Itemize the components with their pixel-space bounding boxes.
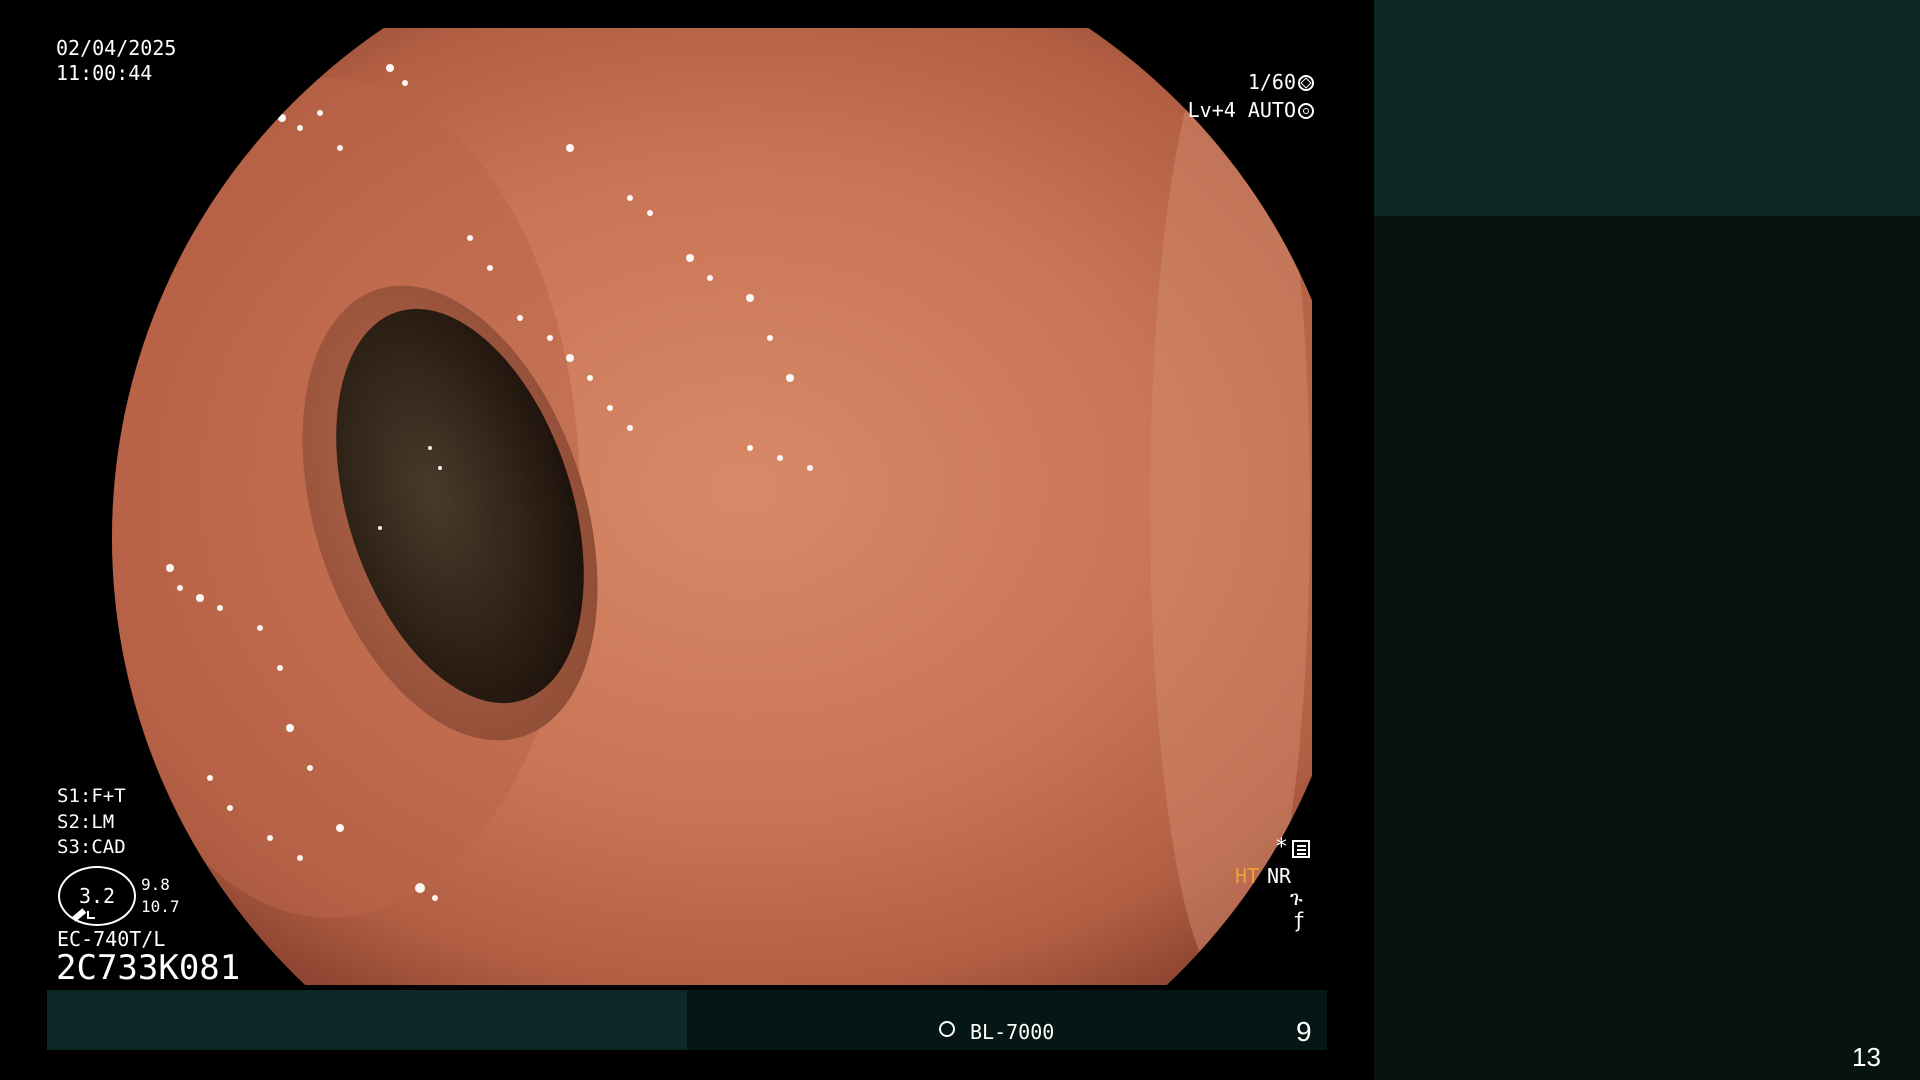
endoscopy-screen: 02/04/2025 11:00:44 1/60 Lv+4 AUTO S1:F+… [0, 0, 1920, 1080]
date-readout: 02/04/2025 [56, 36, 177, 60]
zoom-value: 3.2 [78, 884, 116, 908]
zoom-sub-value-b: 10.7 [141, 897, 180, 916]
corner-icon [87, 911, 95, 919]
auto-label: AUTO [1247, 98, 1296, 122]
lamp-icon [939, 1021, 955, 1037]
page-number: 13 [1852, 1042, 1881, 1072]
shutter-value: 1/60 [1247, 70, 1296, 94]
star-indicator: * [1274, 835, 1288, 860]
side-panel-top [1374, 0, 1920, 216]
pen-icon [71, 908, 87, 922]
endoscope-image [50, 28, 1312, 985]
nr-indicator: NR [1267, 864, 1292, 888]
status-number: 9 [1296, 1016, 1312, 1047]
side-panel-bottom [1374, 216, 1920, 1080]
switch-2-setting: S2:LM [57, 811, 115, 833]
menu-icon [1292, 840, 1310, 858]
scope-serial: 2C733K081 [56, 948, 241, 988]
time-readout: 11:00:44 [56, 61, 153, 85]
brightness-level: Lv+4 AUTO [1188, 100, 1314, 120]
switch-1-setting: S1:F+T [57, 785, 126, 807]
level-value: Lv+4 [1187, 98, 1236, 122]
shutter-icon [1298, 75, 1314, 91]
shutter-speed: 1/60 [1248, 72, 1314, 92]
switch-3-setting: S3:CAD [57, 836, 126, 858]
zoom-sub-value-a: 9.8 [141, 875, 170, 894]
zoom-badge: 3.2 [58, 866, 136, 926]
status-bar-left [47, 990, 687, 1050]
scope-model: EC-740T/L [57, 927, 166, 951]
mode-glyph-1: ጉ [1290, 886, 1303, 910]
ht-indicator: HT [1235, 864, 1260, 888]
mode-glyph-2: ƒ [1293, 908, 1306, 932]
auto-icon [1298, 103, 1314, 119]
light-source-label: BL-7000 [970, 1020, 1055, 1044]
